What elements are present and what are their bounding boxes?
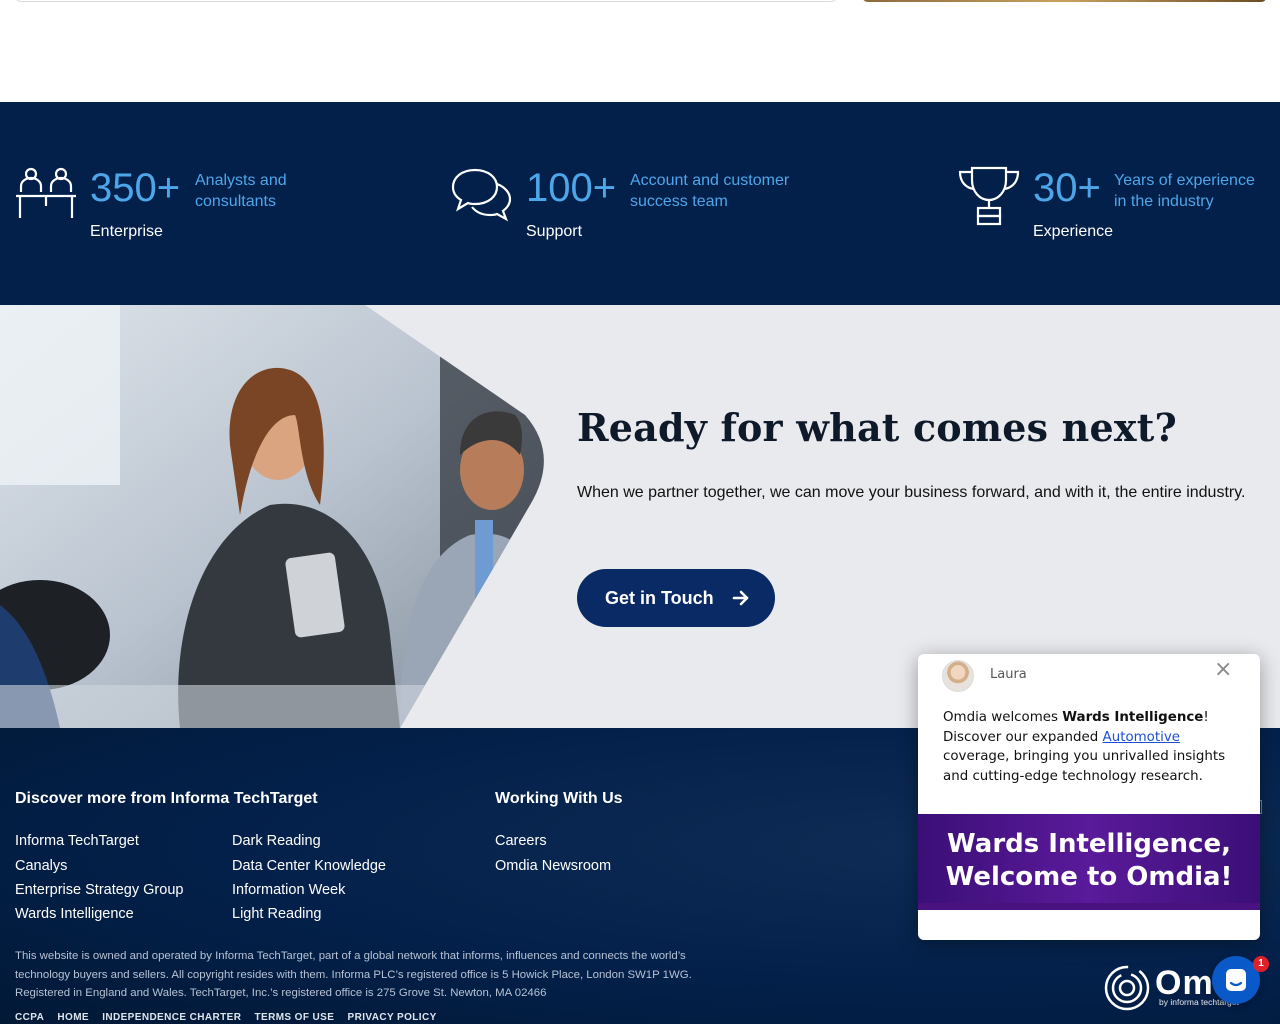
stat-number: 350+ — [90, 166, 181, 210]
footer-link-omdia-newsroom[interactable]: Omdia Newsroom — [495, 858, 611, 874]
terms-of-use-link[interactable]: TERMS OF USE — [255, 1012, 335, 1023]
stat-desc-line: Analysts and — [195, 172, 287, 189]
msg-text: Omdia welcomes — [943, 710, 1063, 725]
top-strip — [0, 0, 1280, 102]
banner-bar — [918, 903, 1260, 910]
home-link[interactable]: HOME — [57, 1012, 89, 1023]
stat-desc-line: success team — [630, 193, 728, 210]
welcome-banner[interactable]: Wards Intelligence, Welcome to Omdia! — [918, 814, 1260, 910]
footer-link-informa-techtarget[interactable]: Informa TechTarget — [15, 833, 139, 849]
stat-label: Experience — [1033, 223, 1114, 240]
stat-support: 100+ Account and customer success team S… — [451, 166, 871, 246]
stat-description: Years of experience in the industry — [1114, 170, 1255, 212]
top-card-image — [862, 0, 1267, 2]
msg-bold: Wards Intelligence — [1062, 710, 1204, 725]
stat-desc-line: Years of experience — [1114, 172, 1255, 189]
footer-link-careers[interactable]: Careers — [495, 833, 547, 849]
working-heading: Working With Us — [495, 790, 623, 807]
automotive-link[interactable]: Automotive — [1103, 730, 1180, 745]
footer-link-dark-reading[interactable]: Dark Reading — [232, 833, 321, 849]
close-icon[interactable]: × — [1214, 658, 1232, 682]
stat-label: Enterprise — [90, 223, 163, 240]
team-desk-icon — [16, 167, 76, 218]
arrow-right-icon — [732, 590, 748, 606]
footer-link-data-center-knowledge[interactable]: Data Center Knowledge — [232, 858, 386, 874]
footer-link-wards-intelligence[interactable]: Wards Intelligence — [15, 906, 134, 922]
notification-badge: 1 — [1253, 956, 1269, 972]
footer-link-enterprise-strategy-group[interactable]: Enterprise Strategy Group — [15, 882, 183, 898]
stat-desc-line: in the industry — [1114, 193, 1214, 210]
stat-label: Support — [526, 223, 583, 240]
msg-text: coverage, bringing you unrivalled insigh… — [943, 749, 1226, 784]
stats-band: 350+ Analysts and consultants Enterprise… — [0, 102, 1280, 305]
omdia-ring-icon — [1104, 965, 1150, 1011]
business-people-photo — [0, 305, 544, 728]
banner-line: Welcome to Omdia! — [945, 862, 1233, 892]
discover-heading: Discover more from Informa TechTarget — [15, 790, 318, 807]
stat-desc-line: Account and customer — [630, 172, 790, 189]
footer-link-information-week[interactable]: Information Week — [232, 882, 345, 898]
chat-popup[interactable]: Laura × Omdia welcomes Wards Intelligenc… — [918, 654, 1260, 940]
stat-number: 30+ — [1033, 166, 1101, 210]
chat-message: Omdia welcomes Wards Intelligence! Disco… — [943, 708, 1235, 786]
button-label: Get in Touch — [605, 587, 714, 608]
agent-avatar — [942, 660, 974, 692]
chat-bubbles-icon — [451, 168, 512, 222]
stat-experience: 30+ Years of experience in the industry … — [958, 166, 1278, 246]
footer-bottom-links: CCPA HOME INDEPENDENCE CHARTER TERMS OF … — [15, 1012, 447, 1023]
footer-link-light-reading[interactable]: Light Reading — [232, 906, 322, 922]
hero-title: Ready for what comes next? — [577, 405, 1177, 450]
stat-desc-line: consultants — [195, 193, 276, 210]
stat-description: Analysts and consultants — [195, 170, 287, 212]
stat-description: Account and customer success team — [630, 170, 789, 212]
independence-charter-link[interactable]: INDEPENDENCE CHARTER — [102, 1012, 241, 1023]
ccpa-link[interactable]: CCPA — [15, 1012, 44, 1023]
legal-text: This website is owned and operated by In… — [15, 950, 692, 999]
trophy-icon — [958, 166, 1020, 226]
get-in-touch-button[interactable]: Get in Touch — [577, 569, 775, 627]
top-card-left — [15, 0, 837, 2]
agent-name: Laura — [990, 667, 1027, 682]
banner-line: Wards Intelligence, — [947, 829, 1231, 859]
stat-enterprise: 350+ Analysts and consultants Enterprise — [15, 166, 415, 246]
stat-number: 100+ — [526, 166, 617, 210]
hero-text: When we partner together, we can move yo… — [577, 484, 1246, 501]
privacy-policy-link[interactable]: PRIVACY POLICY — [348, 1012, 437, 1023]
footer-link-canalys[interactable]: Canalys — [15, 858, 67, 874]
